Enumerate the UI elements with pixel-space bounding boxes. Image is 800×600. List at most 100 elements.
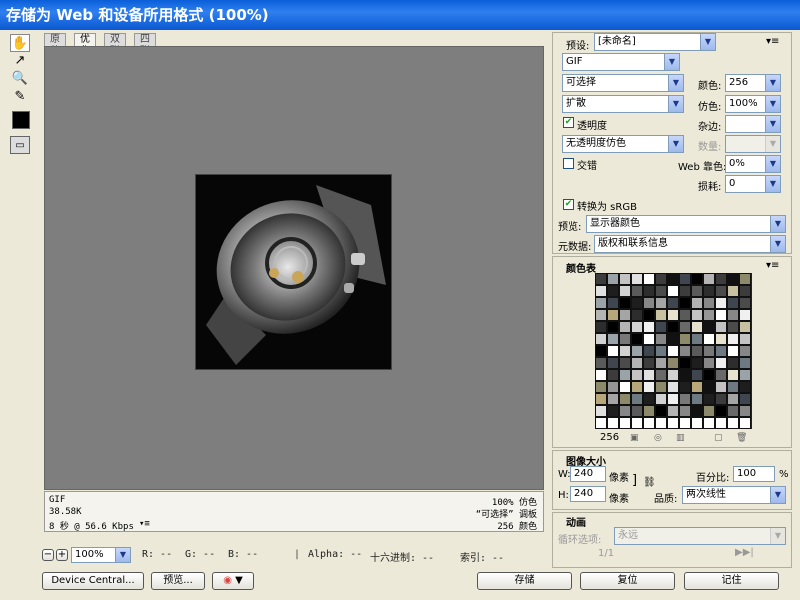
color-table-swatch[interactable]: [691, 381, 703, 393]
color-table-swatch[interactable]: [619, 333, 631, 345]
color-table-swatch[interactable]: [655, 369, 667, 381]
zoom-tool-icon[interactable]: 🔍: [10, 70, 30, 88]
color-table-swatch[interactable]: [667, 273, 679, 285]
color-table-swatch[interactable]: [679, 369, 691, 381]
color-table-swatch[interactable]: [727, 285, 739, 297]
color-table-swatch[interactable]: [715, 417, 727, 429]
color-table-swatch[interactable]: [619, 357, 631, 369]
save-button[interactable]: 存储: [477, 572, 572, 590]
color-table-swatch[interactable]: [595, 393, 607, 405]
color-table-swatch[interactable]: [703, 333, 715, 345]
zoom-out-button[interactable]: −: [42, 549, 54, 561]
color-table-swatch[interactable]: [655, 393, 667, 405]
color-table-swatch[interactable]: [607, 321, 619, 333]
color-table-swatch[interactable]: [643, 273, 655, 285]
eyedropper-tool-icon[interactable]: ✎: [10, 88, 30, 106]
color-table-swatch[interactable]: [727, 321, 739, 333]
color-table-swatch[interactable]: [739, 273, 751, 285]
color-table-swatch[interactable]: [727, 357, 739, 369]
color-table-swatch[interactable]: [703, 393, 715, 405]
color-table-swatch[interactable]: [715, 357, 727, 369]
color-table-swatch[interactable]: [607, 285, 619, 297]
reset-button[interactable]: 复位: [580, 572, 675, 590]
color-table-swatch[interactable]: [643, 297, 655, 309]
color-table-swatch[interactable]: [667, 321, 679, 333]
color-table-swatch[interactable]: [679, 393, 691, 405]
color-table-swatch[interactable]: [595, 405, 607, 417]
color-table-swatch[interactable]: [739, 297, 751, 309]
color-table-swatch[interactable]: [739, 333, 751, 345]
color-table-swatch[interactable]: [715, 333, 727, 345]
color-table-swatch[interactable]: [691, 333, 703, 345]
colors-select[interactable]: 256 ▼: [725, 74, 781, 92]
tab-4up[interactable]: 四联: [134, 33, 156, 57]
color-table-swatch[interactable]: [655, 309, 667, 321]
color-table-swatch[interactable]: [619, 273, 631, 285]
color-table-swatch[interactable]: [739, 393, 751, 405]
color-table-swatch[interactable]: [691, 345, 703, 357]
color-table-swatch[interactable]: [607, 393, 619, 405]
eyedropper-color-swatch[interactable]: [12, 111, 30, 129]
dither-algorithm-select[interactable]: 扩散 ▼: [562, 95, 684, 113]
interlaced-checkbox[interactable]: [563, 158, 574, 169]
color-table-swatch[interactable]: [703, 345, 715, 357]
dither-amount-select[interactable]: 100% ▼: [725, 95, 781, 113]
color-table-swatch[interactable]: [679, 333, 691, 345]
color-table-swatch[interactable]: [655, 333, 667, 345]
delete-color-icon[interactable]: 🗑: [736, 433, 747, 443]
color-table-swatch[interactable]: [643, 405, 655, 417]
color-table-swatch[interactable]: [703, 297, 715, 309]
color-table-swatch[interactable]: [655, 321, 667, 333]
color-table-swatch[interactable]: [667, 393, 679, 405]
color-table-swatch[interactable]: [667, 309, 679, 321]
color-table-swatch[interactable]: [631, 297, 643, 309]
color-table-swatch[interactable]: [739, 381, 751, 393]
color-table-swatch[interactable]: [703, 285, 715, 297]
color-table-swatch[interactable]: [679, 405, 691, 417]
color-table-swatch[interactable]: [727, 405, 739, 417]
color-table-swatch[interactable]: [643, 309, 655, 321]
color-table-swatch[interactable]: [643, 345, 655, 357]
color-table-swatch[interactable]: [727, 309, 739, 321]
color-table-swatch[interactable]: [655, 285, 667, 297]
color-table-swatch[interactable]: [655, 273, 667, 285]
color-table-swatch[interactable]: [595, 345, 607, 357]
color-table-swatch[interactable]: [631, 273, 643, 285]
color-table-swatch[interactable]: [679, 297, 691, 309]
color-table-swatch[interactable]: [679, 417, 691, 429]
color-table-swatch[interactable]: [643, 417, 655, 429]
device-central-button[interactable]: Device Central...: [42, 572, 144, 590]
srgb-checkbox[interactable]: ✔: [563, 199, 574, 210]
slice-select-tool-icon[interactable]: ↗: [10, 52, 30, 70]
color-table-swatch[interactable]: [643, 333, 655, 345]
color-table-swatch[interactable]: [727, 381, 739, 393]
color-table-swatch[interactable]: [667, 381, 679, 393]
percent-input[interactable]: 100: [733, 466, 775, 482]
color-table-swatch[interactable]: [655, 297, 667, 309]
color-table-swatch[interactable]: [727, 333, 739, 345]
color-table-swatch[interactable]: [655, 357, 667, 369]
color-table-swatch[interactable]: [619, 297, 631, 309]
color-table-swatch[interactable]: [691, 273, 703, 285]
color-table-swatch[interactable]: [715, 321, 727, 333]
color-table-swatch[interactable]: [643, 357, 655, 369]
color-table-swatch[interactable]: [607, 345, 619, 357]
color-table-swatch[interactable]: [679, 381, 691, 393]
color-table-swatch[interactable]: [667, 357, 679, 369]
color-table-swatch[interactable]: [607, 309, 619, 321]
color-table-swatch[interactable]: [607, 357, 619, 369]
browser-select[interactable]: ◉ ▼: [212, 572, 254, 590]
color-table-swatch[interactable]: [715, 369, 727, 381]
color-table-swatch[interactable]: [667, 285, 679, 297]
color-table-swatch[interactable]: [727, 417, 739, 429]
color-table-swatch[interactable]: [631, 357, 643, 369]
color-table-swatch[interactable]: [739, 285, 751, 297]
color-table-swatch[interactable]: [739, 345, 751, 357]
color-table-swatch[interactable]: [715, 285, 727, 297]
color-table-swatch[interactable]: [595, 357, 607, 369]
color-table-swatch[interactable]: [691, 321, 703, 333]
color-table-swatch[interactable]: [643, 285, 655, 297]
tab-optimized[interactable]: 优化: [74, 33, 96, 57]
color-table-menu-icon[interactable]: ▾≡: [766, 260, 779, 271]
color-table-swatch[interactable]: [727, 273, 739, 285]
